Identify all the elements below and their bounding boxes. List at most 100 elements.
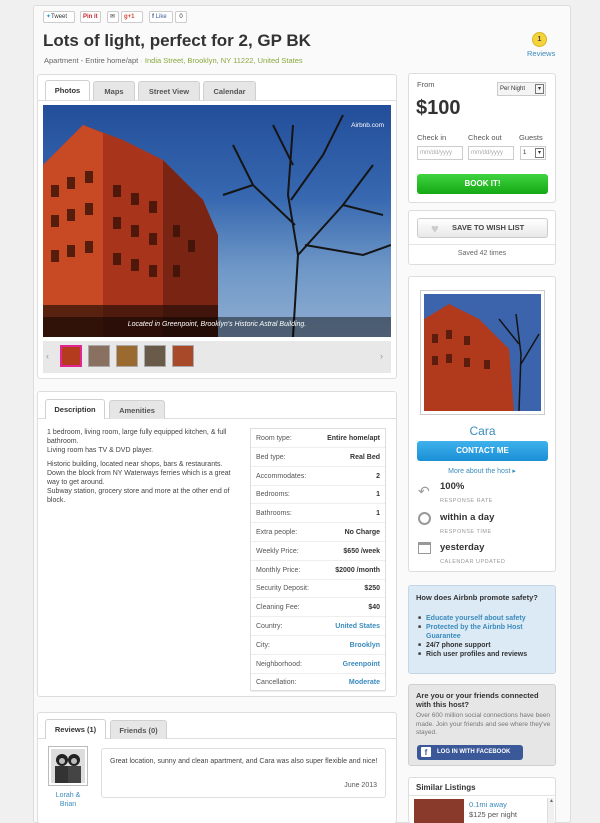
facebook-icon: f	[421, 747, 431, 757]
details-key: Accommodates:	[256, 472, 307, 480]
details-value[interactable]: Greenpoint	[343, 655, 380, 674]
book-it-button[interactable]: BOOK IT!	[417, 174, 548, 194]
description-line: way to get around.	[47, 479, 105, 486]
review-bubble: Great location, sunny and clean apartmen…	[101, 748, 386, 798]
safety-title: How does Airbnb promote safety?	[416, 593, 538, 602]
tab-description[interactable]: Description	[45, 399, 105, 419]
details-value[interactable]: Brooklyn	[350, 636, 380, 655]
scroll-up-icon[interactable]: ▲	[549, 798, 554, 804]
room-type: Apartment - Entire home/apt	[44, 56, 139, 65]
details-value: $2000 /month	[335, 566, 380, 574]
similar-scrollbar[interactable]: ▲	[547, 798, 554, 823]
guests-label: Guests	[519, 133, 543, 142]
reply-icon: ↶	[418, 483, 430, 499]
like-count: 0	[175, 11, 187, 23]
response-time-value: within a day	[440, 512, 495, 523]
details-value: Entire home/apt	[327, 435, 380, 442]
tab-photos[interactable]: Photos	[45, 80, 90, 100]
safety-item-support: 24/7 phone support	[418, 641, 550, 650]
email-share-icon[interactable]: ✉	[107, 11, 119, 23]
thumbnail-2[interactable]	[88, 345, 110, 367]
details-key: Bedrooms:	[256, 491, 290, 499]
pinit-button[interactable]: Pin it	[80, 11, 101, 23]
similar-listing-distance[interactable]: 0.1mi away	[469, 800, 507, 809]
listing-photo[interactable]: Airbnb.com Located in Greenpoint, Brookl…	[43, 105, 391, 337]
details-row: City: Brooklyn	[251, 636, 385, 655]
review-text: Great location, sunny and clean apartmen…	[110, 758, 378, 765]
safety-link-guarantee[interactable]: Protected by the Airbnb Host Guarantee	[418, 623, 550, 641]
photo-watermark: Airbnb.com	[351, 122, 384, 129]
tab-maps[interactable]: Maps	[93, 81, 135, 100]
details-key: Cleaning Fee:	[256, 604, 300, 612]
listing-subtitle: Apartment - Entire home/apt · India Stre…	[44, 56, 303, 65]
guests-select[interactable]: 1 ▾	[520, 146, 546, 160]
description-line: Subway station, grocery store and more a…	[47, 488, 230, 495]
dropdown-arrow-icon: ▾	[535, 148, 544, 158]
thumbnail-4[interactable]	[144, 345, 166, 367]
reviewer-avatar[interactable]	[48, 746, 88, 786]
reviewer-avatar-illustration	[51, 749, 85, 783]
calendar-icon	[418, 542, 431, 554]
details-key: Neighborhood:	[256, 660, 302, 668]
tab-friends[interactable]: Friends (0)	[110, 720, 167, 739]
host-photo-illustration	[424, 294, 541, 412]
details-value[interactable]: United States	[335, 617, 380, 636]
saved-count: Saved 42 times	[457, 250, 507, 257]
description-line: Down the block from NY Waterways ferries…	[47, 470, 231, 477]
contact-me-button[interactable]: CONTACT ME	[417, 441, 548, 461]
details-value: Real Bed	[350, 453, 380, 461]
tab-street-view[interactable]: Street View	[138, 81, 200, 100]
details-key: Bathrooms:	[256, 510, 292, 518]
checkin-input[interactable]: mm/dd/yyyy	[417, 146, 463, 160]
tab-amenities[interactable]: Amenities	[109, 400, 165, 419]
thumbnail-5[interactable]	[172, 345, 194, 367]
nightly-price: $100	[416, 97, 461, 119]
tab-calendar[interactable]: Calendar	[203, 81, 256, 100]
similar-listing-thumbnail[interactable]	[414, 799, 464, 823]
similar-listings-title: Similar Listings	[416, 783, 476, 792]
divider	[409, 244, 555, 245]
chevron-left-icon[interactable]: ‹	[46, 351, 49, 361]
details-row: Cleaning Fee: $40	[251, 598, 385, 618]
facebook-like-button[interactable]: f Like	[149, 11, 173, 23]
gplus-button[interactable]: g+1	[121, 11, 143, 23]
tab-reviews[interactable]: Reviews (1)	[45, 719, 106, 739]
description-line: 1 bedroom, living room, large fully equi…	[47, 429, 227, 436]
response-rate-value: 100%	[440, 481, 465, 492]
details-row: Monthly Price: $2000 /month	[251, 561, 385, 580]
calendar-updated-label: CALENDAR UPDATED	[440, 559, 506, 565]
description-line: Living room has TV & DVD player.	[47, 447, 154, 454]
details-key: City:	[256, 641, 270, 649]
description-line: block.	[47, 497, 66, 504]
thumbnail-1[interactable]	[60, 345, 82, 367]
from-label: From	[417, 80, 435, 89]
tweet-button[interactable]: ✦Tweet	[43, 11, 75, 23]
details-key: Bed type:	[256, 453, 286, 461]
review-count-badge[interactable]: 1	[532, 32, 547, 47]
price-period-select[interactable]: Per Night ▾	[497, 82, 546, 96]
reviewer-name[interactable]: Lorah & Brian	[48, 791, 88, 809]
details-key: Extra people:	[256, 529, 298, 536]
thumbnail-3[interactable]	[116, 345, 138, 367]
details-row: Neighborhood: Greenpoint	[251, 655, 385, 674]
details-value[interactable]: Moderate	[349, 673, 380, 692]
save-wishlist-button[interactable]: ♥ SAVE TO WISH LIST	[417, 218, 548, 238]
description-line: bathroom.	[47, 438, 79, 445]
host-name[interactable]: Cara	[417, 424, 548, 438]
host-photo[interactable]	[420, 290, 545, 415]
photo-caption: Located in Greenpoint, Brooklyn's Histor…	[127, 321, 307, 328]
details-key: Cancellation:	[256, 679, 297, 687]
chevron-right-icon[interactable]: ›	[380, 351, 383, 361]
checkout-input[interactable]: mm/dd/yyyy	[468, 146, 514, 160]
more-about-host-link[interactable]: More about the host ▸	[408, 467, 556, 475]
details-key: Security Deposit:	[256, 585, 309, 593]
details-value: No Charge	[344, 529, 380, 536]
similar-listing-price: $125 per night	[469, 810, 517, 819]
reviews-link[interactable]: Reviews	[527, 49, 555, 58]
facebook-login-button[interactable]: f LOG IN WITH FACEBOOK	[417, 745, 523, 760]
details-table: Room type: Entire home/apt Bed type: Real B…	[250, 428, 386, 693]
listing-location[interactable]: India Street, Brooklyn, NY 11222, United…	[145, 56, 303, 65]
review-date: June 2013	[344, 782, 377, 789]
safety-link-educate[interactable]: Educate yourself about safety	[418, 614, 550, 623]
social-connect-text: Over 600 million social connections have…	[416, 712, 551, 736]
